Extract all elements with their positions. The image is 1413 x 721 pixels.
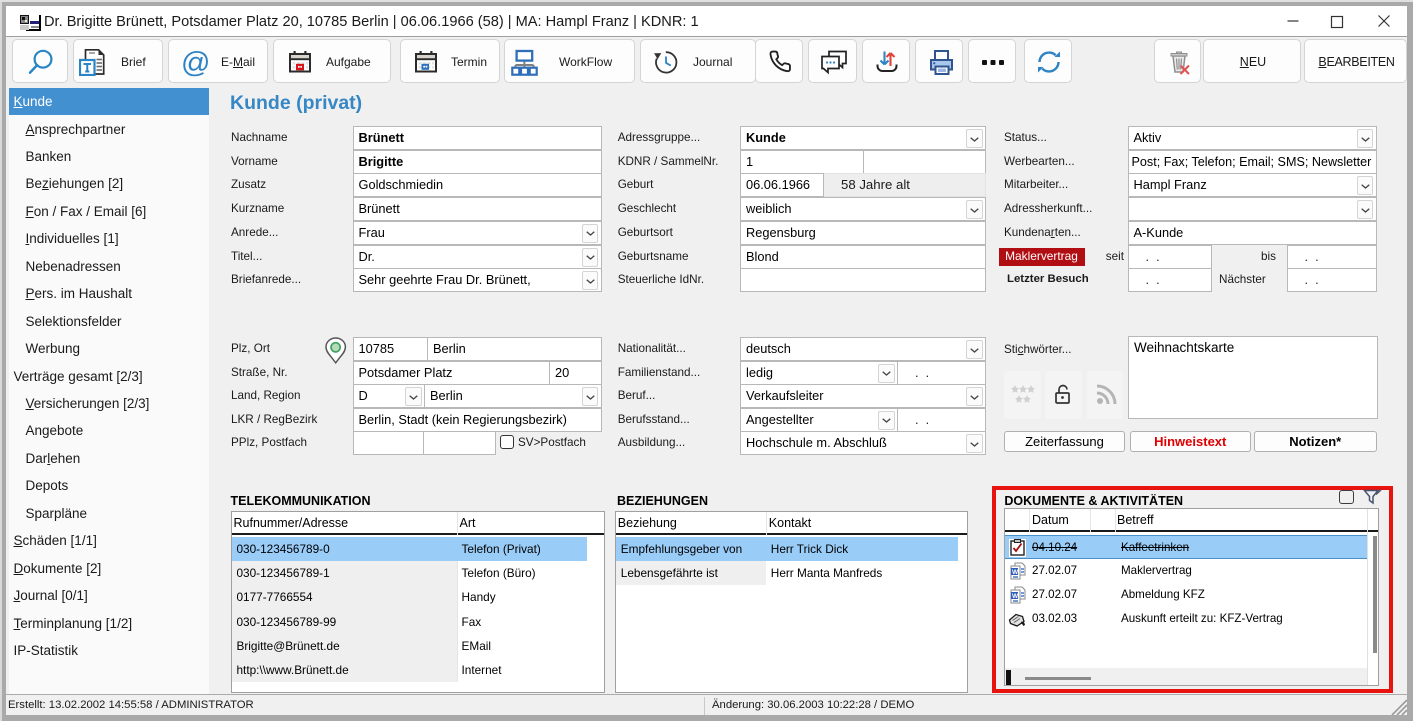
svg-text:W: W [1012, 593, 1019, 600]
svg-text:@: @ [181, 48, 210, 78]
svg-text:W: W [1012, 569, 1019, 576]
